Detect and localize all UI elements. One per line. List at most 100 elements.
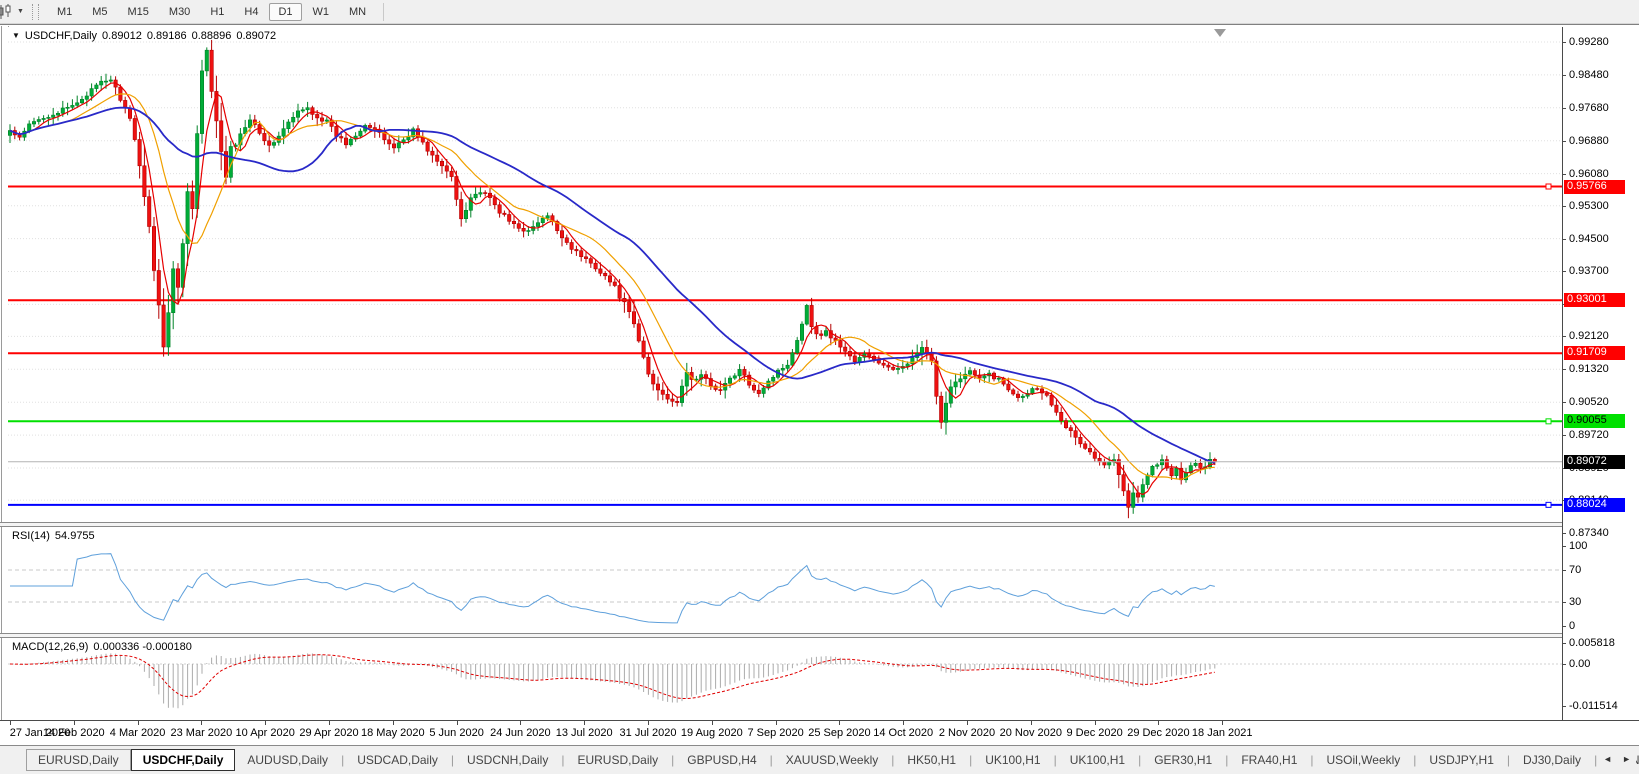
price-tick-label: 0.99280: [1569, 36, 1609, 48]
chart-tab-fra40-h1[interactable]: FRA40,H1: [1229, 749, 1309, 771]
ma-fast-line: [9, 82, 1215, 496]
axis-tick-mark: [1563, 570, 1566, 571]
tab-scroll-left-icon[interactable]: ◄: [1598, 751, 1617, 767]
chart-tab-xauusd-weekly[interactable]: XAUUSD,Weekly: [774, 749, 890, 771]
tab-scroll-buttons: ◄ ►: [1598, 747, 1636, 771]
date-label: 4 Mar 2020: [109, 727, 166, 739]
date-label: 29 Dec 2020: [1127, 727, 1190, 739]
date-tick-mark: [584, 721, 586, 725]
date-tick-mark: [392, 721, 394, 725]
date-label: 18 Jan 2021: [1191, 727, 1253, 739]
axis-tick-mark: [1563, 42, 1566, 43]
current-price-label: 0.89072: [1564, 454, 1625, 469]
price-tick-label: 0.96080: [1569, 167, 1609, 180]
rsi-line: [10, 553, 1215, 624]
price-tick-label: 0.98480: [1569, 68, 1609, 81]
timeframe-button-h4[interactable]: H4: [235, 3, 267, 21]
timeframe-button-m30[interactable]: M30: [160, 3, 199, 21]
chart-tab-bar: EURUSD,Daily USDCHF,Daily AUDUSD,Daily | USD…: [0, 745, 1639, 774]
chart-symbol-label: USDCHF,Daily: [24, 30, 98, 42]
chart-type-dropdown-icon[interactable]: ▼: [17, 8, 24, 15]
macd-canvas[interactable]: [8, 638, 1562, 720]
axis-tick-mark: [1563, 705, 1566, 707]
ma-slow-line: [9, 106, 1216, 464]
date-tick-mark: [839, 721, 841, 725]
date-axis[interactable]: 27 Jan 2020 14 Feb 2020 4 Mar 2020 23 Mar 2…: [0, 720, 1639, 745]
macd-title: MACD(12,26,9) 0.000336 -0.000180: [12, 641, 192, 653]
date-tick-mark: [10, 721, 11, 725]
date-tick-mark: [1222, 721, 1224, 725]
rsi-canvas[interactable]: [8, 527, 1562, 633]
main-price-pane[interactable]: ▼ USDCHF,Daily 0.89012 0.89186 0.88896 0.8907…: [8, 27, 1562, 522]
chart-tab-uk100-h1[interactable]: UK100,H1: [973, 749, 1052, 771]
price-axis[interactable]: 0.99280 0.98480 0.97680 0.96880 0.96080 0.953…: [1563, 27, 1639, 745]
timeframe-button-h1[interactable]: H1: [201, 3, 233, 21]
chart-tab-eurusd-daily[interactable]: EURUSD,Daily: [26, 749, 131, 771]
chart-tab-usdjpy-h1[interactable]: USDJPY,H1: [1417, 749, 1505, 771]
axis-tick-mark: [1563, 238, 1566, 240]
timeframe-button-mn[interactable]: MN: [340, 3, 375, 21]
rsi-tick-label: 0: [1569, 620, 1576, 632]
axis-tick-mark: [1563, 271, 1566, 273]
chart-tab-usdcnh-daily[interactable]: USDCNH,Daily: [455, 749, 560, 771]
timeframe-button-group: M1 M5 M15 M30 H1 H4 D1 W1 MN: [47, 2, 376, 21]
chart-tab-uk100-h1[interactable]: UK100,H1: [1058, 749, 1137, 771]
timeframe-button-d1[interactable]: D1: [269, 2, 302, 21]
ohlc-close: 0.89072: [236, 30, 277, 42]
timeframe-button-m15[interactable]: M15: [119, 3, 158, 21]
chart-type-icon[interactable]: [0, 3, 15, 21]
date-tick-mark: [137, 721, 139, 725]
date-tick-mark: [1094, 721, 1096, 725]
hline-price-label: 0.90055: [1564, 414, 1625, 429]
macd-values: 0.000336 -0.000180: [93, 641, 192, 653]
timeframe-button-w1[interactable]: W1: [304, 3, 339, 21]
timeframe-button-m1[interactable]: M1: [48, 3, 81, 21]
date-tick-mark: [456, 721, 458, 725]
price-tick-label: 0.94500: [1569, 232, 1609, 245]
date-label: 31 Jul 2020: [619, 727, 677, 739]
timeframe-button-m5[interactable]: M5: [83, 3, 116, 21]
chart-tab-audusd-daily[interactable]: AUDUSD,Daily: [235, 749, 340, 771]
chart-tab-usdcad-daily[interactable]: USDCAD,Daily: [345, 749, 450, 771]
hline-handle[interactable]: [1545, 418, 1552, 425]
axis-tick-mark: [1563, 664, 1566, 665]
main-chart-canvas[interactable]: [8, 27, 1562, 522]
rsi-pane[interactable]: RSI(14) 54.9755: [8, 527, 1562, 633]
chart-tab-usoil-weekly[interactable]: USOil,Weekly: [1315, 749, 1413, 771]
chart-tab-ger30-h1[interactable]: GER30,H1: [1142, 749, 1224, 771]
chart-shift-marker-icon[interactable]: [1214, 29, 1226, 37]
axis-tick-mark: [1563, 435, 1566, 437]
date-tick-mark: [903, 721, 905, 725]
price-tick-label: 0.95300: [1569, 199, 1609, 212]
axis-tick-mark: [1563, 546, 1566, 547]
hline-price-label: 0.93001: [1564, 293, 1625, 308]
toolbar-grip[interactable]: [31, 3, 39, 20]
date-label: 7 Sep 2020: [747, 727, 804, 739]
macd-pane[interactable]: MACD(12,26,9) 0.000336 -0.000180: [8, 638, 1562, 720]
price-tick-label: 0.92120: [1569, 330, 1609, 343]
date-label: 14 Feb 2020: [42, 727, 105, 739]
date-label: 13 Jul 2020: [555, 727, 613, 739]
hline-handle[interactable]: [1545, 501, 1552, 508]
axis-tick-mark: [1563, 107, 1566, 109]
chart-window: ▼ USDCHF,Daily 0.89012 0.89186 0.88896 0.8907…: [0, 24, 1639, 774]
date-tick-mark: [648, 721, 649, 725]
chart-tab-hk50-h1[interactable]: HK50,H1: [895, 749, 968, 771]
chart-tab-usdchf-daily[interactable]: USDCHF,Daily: [130, 749, 236, 771]
chart-tab-dj30-daily[interactable]: DJ30,Daily: [1511, 749, 1593, 771]
date-label: 5 Jun 2020: [429, 727, 484, 739]
tab-scroll-right-icon[interactable]: ►: [1617, 751, 1636, 767]
date-tick-mark: [1158, 721, 1160, 725]
chart-tab-eurusd-daily[interactable]: EURUSD,Daily: [565, 749, 670, 771]
date-label: 29 Apr 2020: [299, 727, 359, 739]
axis-tick-mark: [1563, 336, 1566, 338]
axis-tick-mark: [1563, 205, 1566, 207]
hline-handle[interactable]: [1545, 183, 1552, 190]
axis-tick-mark: [1563, 402, 1566, 404]
rsi-tick-label: 30: [1569, 596, 1582, 608]
macd-signal-line: [9, 654, 1215, 699]
chart-tab-gbpusd-h4[interactable]: GBPUSD,H4: [675, 749, 768, 771]
collapse-arrow-icon[interactable]: ▼: [12, 31, 20, 40]
date-label: 24 Jun 2020: [490, 727, 551, 739]
ohlc-high: 0.89186: [146, 30, 187, 42]
